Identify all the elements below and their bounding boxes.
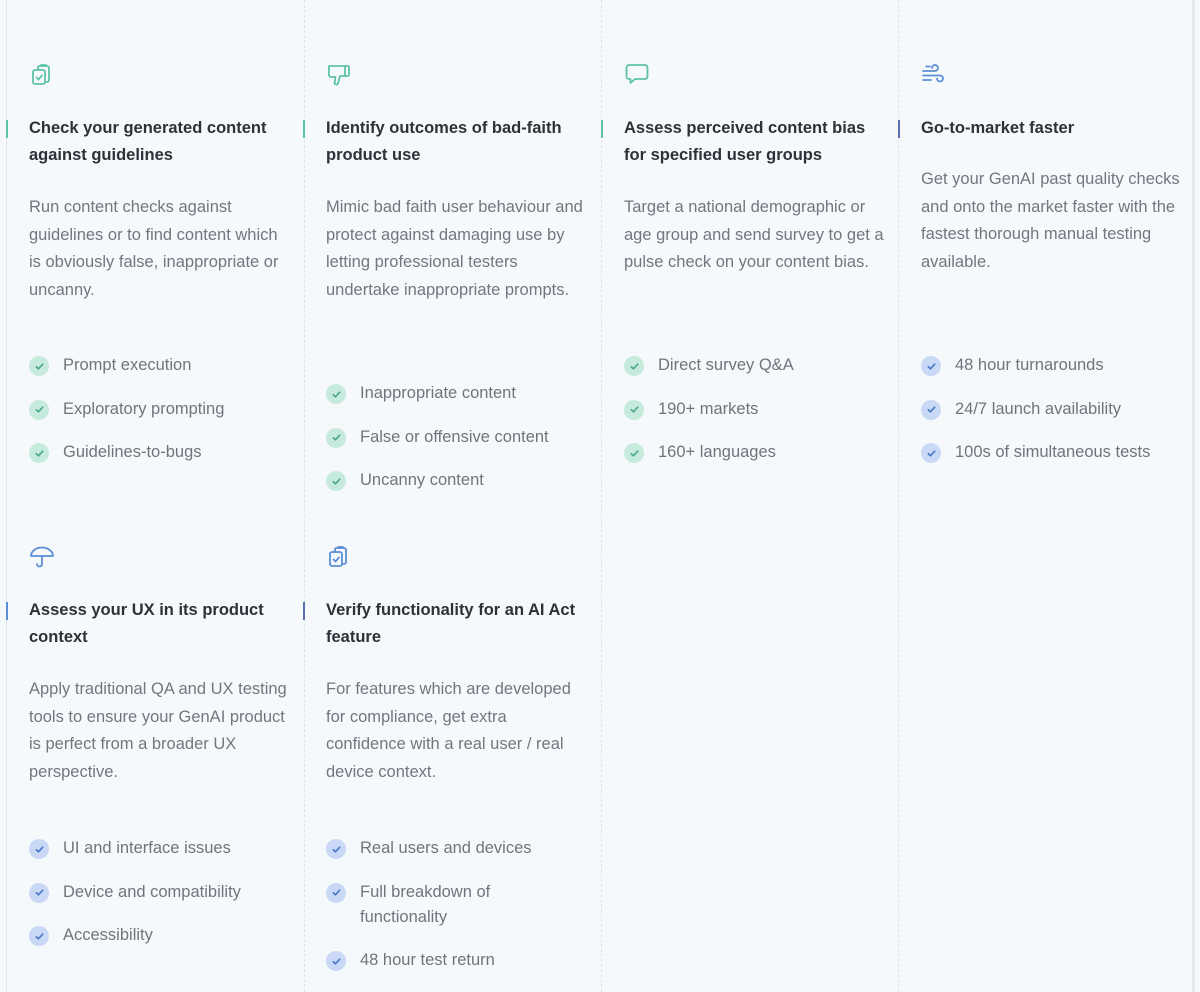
check-circle-icon — [29, 356, 49, 376]
check-circle-icon — [326, 471, 346, 491]
feature-label: UI and interface issues — [63, 839, 231, 857]
check-circle-icon — [326, 951, 346, 971]
list-item: 48 hour test return — [326, 948, 536, 973]
check-circle-icon — [624, 399, 644, 420]
feature-label: 48 hour turnarounds — [955, 356, 1104, 374]
check-circle-icon — [624, 356, 644, 376]
feature-label: 100s of simultaneous tests — [955, 443, 1151, 461]
title-accent-bar — [6, 602, 8, 620]
wind-icon — [921, 62, 947, 88]
list-item: Exploratory prompting — [29, 397, 291, 422]
check-circle-icon — [921, 399, 941, 420]
card-description: Target a national demographic or age gro… — [624, 198, 884, 271]
check-circle-icon — [29, 882, 49, 903]
list-item: Full breakdown of functionality — [326, 880, 536, 930]
feature-list: 48 hour turnarounds 24/7 launch availabi… — [921, 353, 1183, 484]
check-circle-icon — [624, 443, 644, 463]
list-item: 160+ languages — [624, 440, 886, 465]
title-accent-bar — [303, 120, 305, 138]
title-accent-bar — [601, 120, 603, 138]
feature-label: 190+ markets — [658, 399, 759, 418]
check-circle-icon — [921, 443, 941, 463]
title-accent-bar — [898, 120, 900, 138]
feature-list: Prompt execution Exploratory prompting G… — [29, 353, 291, 484]
feature-label: Prompt execution — [63, 356, 192, 374]
clipboard-check-icon — [326, 544, 352, 570]
speech-bubble-icon — [624, 62, 650, 88]
clipboard-check-icon — [29, 62, 55, 88]
list-item: False or offensive content — [326, 425, 588, 450]
feature-label: Direct survey Q&A — [658, 356, 794, 374]
feature-label: Exploratory prompting — [63, 399, 225, 418]
card-title: Check your generated content against gui… — [29, 119, 267, 164]
scrollbar-track[interactable] — [1192, 0, 1195, 992]
feature-label: Device and compatibility — [63, 882, 241, 901]
feature-label: Full breakdown of functionality — [360, 882, 491, 926]
column-divider — [304, 0, 305, 992]
feature-list: Inappropriate content False or offensive… — [326, 381, 588, 512]
list-item: Direct survey Q&A — [624, 353, 886, 378]
column-divider — [601, 0, 602, 992]
card-title: Identify outcomes of bad-faith product u… — [326, 119, 562, 164]
column-divider — [898, 0, 899, 992]
check-circle-icon — [326, 384, 346, 404]
list-item: Real users and devices — [326, 836, 536, 861]
list-item: 48 hour turnarounds — [921, 353, 1183, 378]
check-circle-icon — [326, 839, 346, 859]
feature-label: Accessibility — [63, 926, 153, 944]
card-title: Go-to-market faster — [921, 119, 1075, 137]
list-item: 100s of simultaneous tests — [921, 440, 1183, 465]
thumbs-down-icon — [326, 62, 352, 88]
feature-label: Uncanny content — [360, 471, 484, 489]
feature-label: False or offensive content — [360, 427, 549, 446]
list-item: Guidelines-to-bugs — [29, 440, 291, 465]
check-circle-icon — [326, 882, 346, 903]
feature-label: 24/7 launch availability — [955, 399, 1122, 418]
title-accent-bar — [303, 602, 305, 620]
card-title: Assess your UX in its product context — [29, 601, 264, 646]
card-title: Verify functionality for an AI Act featu… — [326, 601, 576, 646]
feature-list: UI and interface issues Device and compa… — [29, 836, 291, 967]
check-circle-icon — [326, 427, 346, 448]
list-item: Accessibility — [29, 923, 291, 948]
feature-label: Inappropriate content — [360, 384, 516, 402]
feature-label: Real users and devices — [360, 839, 532, 857]
card-description: Mimic bad faith user behaviour and prote… — [326, 198, 583, 299]
feature-label: Guidelines-to-bugs — [63, 443, 202, 461]
check-circle-icon — [921, 356, 941, 376]
card-title: Assess perceived content bias for specif… — [624, 119, 866, 164]
list-item: Device and compatibility — [29, 880, 291, 905]
page-left-border — [6, 0, 7, 992]
list-item: UI and interface issues — [29, 836, 291, 861]
title-accent-bar — [6, 120, 8, 138]
list-item: 24/7 launch availability — [921, 397, 1183, 422]
feature-label: 48 hour test return — [360, 951, 495, 969]
check-circle-icon — [29, 443, 49, 463]
umbrella-icon — [29, 544, 55, 570]
list-item: Inappropriate content — [326, 381, 588, 406]
check-circle-icon — [29, 399, 49, 420]
list-item: Uncanny content — [326, 468, 588, 493]
list-item: Prompt execution — [29, 353, 291, 378]
card-description: Run content checks against guidelines or… — [29, 198, 279, 299]
list-item: 190+ markets — [624, 397, 886, 422]
card-description: For features which are developed for com… — [326, 680, 571, 781]
card-description: Apply traditional QA and UX testing tool… — [29, 680, 287, 781]
feature-list: Real users and devices Full breakdown of… — [326, 836, 536, 992]
feature-list: Direct survey Q&A 190+ markets 160+ lang… — [624, 353, 886, 484]
card-description: Get your GenAI past quality checks and o… — [921, 170, 1180, 271]
check-circle-icon — [29, 926, 49, 946]
feature-label: 160+ languages — [658, 443, 776, 461]
check-circle-icon — [29, 839, 49, 859]
